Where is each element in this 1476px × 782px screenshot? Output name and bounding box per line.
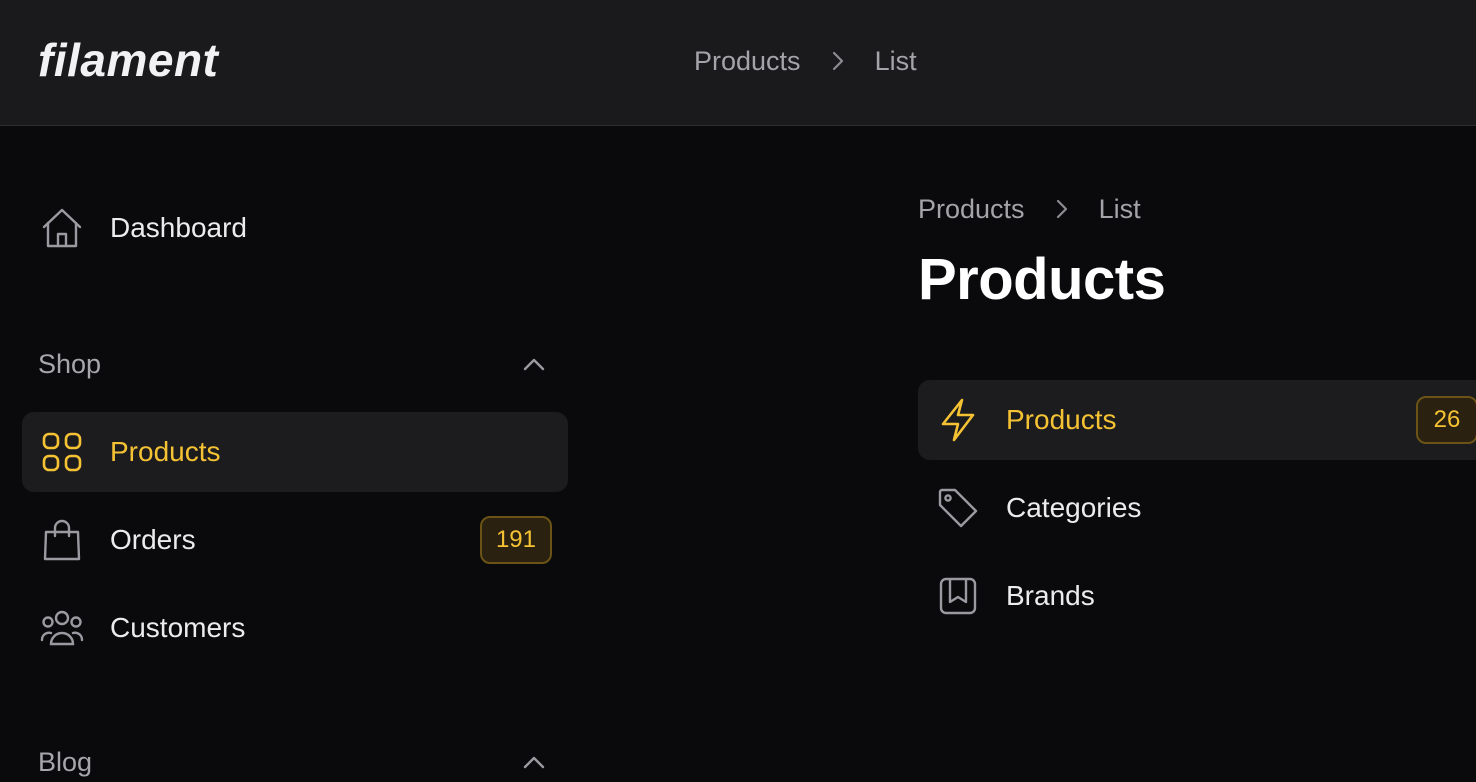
squares-icon (40, 430, 84, 474)
chevron-right-icon (801, 50, 875, 72)
sidebar-group-label: Shop (38, 348, 102, 379)
home-icon (40, 206, 84, 250)
logo[interactable]: filament (38, 33, 218, 87)
sub-nav-item-categories[interactable]: Categories (918, 468, 1476, 548)
bookmark-square-icon (936, 574, 980, 618)
breadcrumb: Products List (918, 192, 1141, 226)
top-breadcrumb: Products List (694, 44, 917, 78)
sub-nav-item-products[interactable]: Products 26 (918, 380, 1476, 460)
sub-nav-item-brands[interactable]: Brands (918, 556, 1476, 636)
sidebar-item-label: Dashboard (110, 212, 247, 243)
sidebar-item-orders[interactable]: Orders 191 (22, 500, 568, 580)
chevron-right-icon (1025, 198, 1099, 220)
sidebar-group-label: Blog (38, 746, 93, 777)
sidebar: Dashboard Shop Products Orders 191 Custo… (0, 126, 590, 777)
sidebar-item-label: Orders (110, 524, 196, 555)
page-title: Products (918, 247, 1166, 312)
sidebar-group-blog[interactable]: Blog (38, 742, 550, 782)
users-icon (40, 606, 84, 650)
tag-icon (936, 486, 980, 530)
sidebar-item-label: Products (110, 436, 221, 467)
bolt-icon (936, 398, 980, 442)
sidebar-item-products[interactable]: Products (22, 412, 568, 492)
breadcrumb-link-products[interactable]: Products (694, 46, 801, 77)
breadcrumb-current: List (1098, 193, 1141, 224)
sub-nav-label: Brands (1006, 580, 1095, 611)
chevron-up-icon[interactable] (518, 348, 550, 380)
sidebar-item-label: Customers (110, 612, 246, 643)
shopping-bag-icon (40, 518, 84, 562)
sub-nav-label: Categories (1006, 492, 1142, 523)
breadcrumb-link-products[interactable]: Products (918, 194, 1025, 225)
breadcrumb-current: List (874, 45, 917, 76)
sub-nav-label: Products (1006, 404, 1117, 435)
orders-count-badge: 191 (479, 516, 552, 564)
top-bar: filament Products List (0, 0, 1476, 126)
chevron-up-icon[interactable] (518, 746, 550, 778)
products-count-badge: 26 (1416, 396, 1476, 444)
sidebar-item-dashboard[interactable]: Dashboard (22, 188, 568, 268)
main-content: Products List Products Products 26 Categ… (918, 126, 1476, 764)
sidebar-item-customers[interactable]: Customers (22, 588, 568, 668)
sidebar-group-shop[interactable]: Shop (38, 344, 550, 384)
